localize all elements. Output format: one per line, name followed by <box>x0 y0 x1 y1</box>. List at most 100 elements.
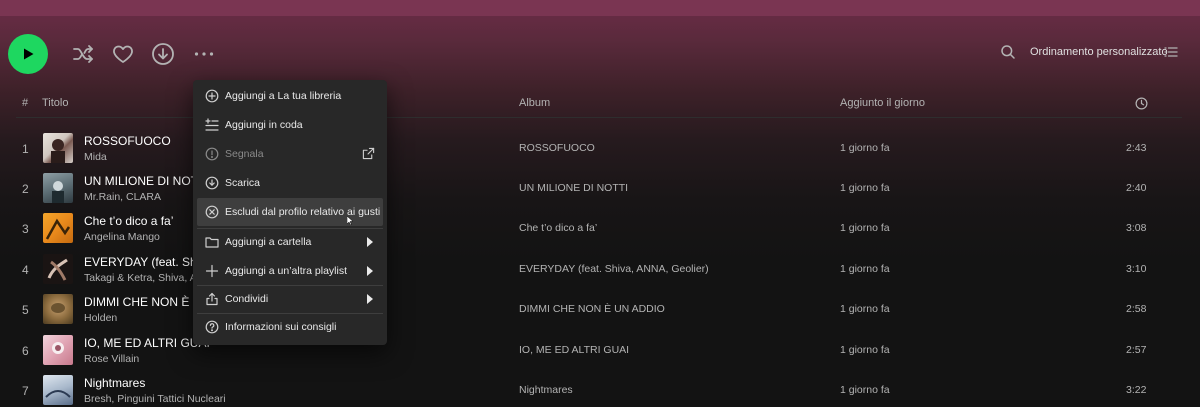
track-title[interactable]: IO, ME ED ALTRI GUAI <box>84 336 210 350</box>
album-cover <box>43 254 73 284</box>
track-artist[interactable]: Bresh, Pinguini Tattici Nucleari <box>84 393 226 405</box>
track-duration: 3:10 <box>1126 263 1147 275</box>
top-strip <box>0 0 1200 16</box>
shuffle-button[interactable] <box>71 42 95 66</box>
track-number: 7 <box>22 384 29 398</box>
more-options-button[interactable] <box>192 42 216 66</box>
track-title[interactable]: Nightmares <box>84 376 145 390</box>
like-button[interactable] <box>111 42 135 66</box>
track-artist[interactable]: Holden <box>84 312 117 324</box>
album-cover <box>43 133 73 163</box>
track-album[interactable]: DIMMI CHE NON È UN ADDIO <box>519 303 665 315</box>
track-album[interactable]: EVERYDAY (feat. Shiva, ANNA, Geolier) <box>519 263 709 275</box>
track-album[interactable]: UN MILIONE DI NOTTI <box>519 182 628 194</box>
folder-icon <box>205 237 219 248</box>
menu-item-add-to-queue[interactable]: Aggiungi in coda <box>197 111 383 139</box>
album-cover <box>43 294 73 324</box>
submenu-arrow-icon <box>367 294 373 304</box>
play-button[interactable] <box>8 34 48 74</box>
track-artist[interactable]: Rose Villain <box>84 353 139 365</box>
menu-item-recommendations-info[interactable]: Informazioni sui consigli <box>197 313 383 341</box>
menu-item-add-to-library[interactable]: Aggiungi a La tua libreria <box>197 82 383 110</box>
play-icon <box>24 48 34 60</box>
download-button[interactable] <box>151 42 175 66</box>
submenu-arrow-icon <box>367 237 373 247</box>
report-icon <box>205 147 219 161</box>
col-header-number: # <box>22 97 29 109</box>
list-icon[interactable] <box>1164 45 1178 59</box>
track-album[interactable]: IO, ME ED ALTRI GUAI <box>519 344 629 356</box>
menu-item-label: Segnala <box>225 148 264 160</box>
menu-item-label: Escludi dal profilo relativo ai gusti <box>225 206 381 218</box>
action-bar: Ordinamento personalizzato <box>0 32 1200 76</box>
track-number: 3 <box>22 222 29 236</box>
track-artist[interactable]: Mida <box>84 151 107 163</box>
table-row[interactable]: 7 Nightmares Bresh, Pinguini Tattici Nuc… <box>0 371 1200 407</box>
clock-icon[interactable] <box>1135 97 1148 110</box>
header-divider <box>16 117 1182 118</box>
help-circle-icon <box>205 320 219 334</box>
track-title[interactable]: ROSSOFUOCO <box>84 134 171 148</box>
menu-item-add-to-other-playlist[interactable]: Aggiungi a un’altra playlist <box>197 257 383 285</box>
table-row[interactable]: 6 IO, ME ED ALTRI GUAI Rose Villain IO, … <box>0 331 1200 371</box>
sort-dropdown[interactable]: Ordinamento personalizzato <box>1030 46 1168 58</box>
track-artist[interactable]: Mr.Rain, CLARA <box>84 191 161 203</box>
track-artist[interactable]: Angelina Mango <box>84 231 160 243</box>
menu-item-exclude-from-taste-profile[interactable]: Escludi dal profilo relativo ai gusti <box>197 198 383 226</box>
menu-item-label: Aggiungi a La tua libreria <box>225 90 342 102</box>
album-cover <box>43 335 73 365</box>
track-artist[interactable]: Takagi & Ketra, Shiva, A <box>84 272 197 284</box>
col-header-title[interactable]: Titolo <box>42 97 69 109</box>
search-icon[interactable] <box>1000 44 1016 60</box>
track-album[interactable]: ROSSOFUOCO <box>519 142 595 154</box>
track-duration: 2:40 <box>1126 182 1147 194</box>
table-header: # Titolo Album Aggiunto il giorno <box>0 92 1200 116</box>
track-album[interactable]: Che t’o dico a fa’ <box>519 222 597 234</box>
track-title[interactable]: DIMMI CHE NON È U <box>84 295 201 309</box>
track-number: 6 <box>22 344 29 358</box>
track-duration: 2:58 <box>1126 303 1147 315</box>
track-title[interactable]: Che t’o dico a fa’ <box>84 214 173 228</box>
more-dots-icon <box>194 52 214 56</box>
table-row[interactable]: 2 UN MILIONE DI NOTTI Mr.Rain, CLARA UN … <box>0 169 1200 209</box>
col-header-added[interactable]: Aggiunto il giorno <box>840 97 925 109</box>
menu-item-label: Informazioni sui consigli <box>225 321 337 333</box>
track-title[interactable]: EVERYDAY (feat. Shiv <box>84 255 205 269</box>
menu-item-add-to-folder[interactable]: Aggiungi a cartella <box>197 228 383 256</box>
menu-item-share[interactable]: Condividi <box>197 285 383 313</box>
track-duration: 3:22 <box>1126 384 1147 396</box>
menu-item-report[interactable]: Segnala <box>197 140 383 168</box>
table-row[interactable]: 5 DIMMI CHE NON È U Holden DIMMI CHE NON… <box>0 290 1200 330</box>
track-date-added: 1 giorno fa <box>840 384 890 396</box>
album-cover <box>43 375 73 405</box>
plus-icon <box>205 264 219 278</box>
table-row[interactable]: 4 EVERYDAY (feat. Shiv Takagi & Ketra, S… <box>0 250 1200 290</box>
track-album[interactable]: Nightmares <box>519 384 573 396</box>
track-duration: 2:43 <box>1126 142 1147 154</box>
album-cover <box>43 173 73 203</box>
menu-item-label: Aggiungi in coda <box>225 119 303 131</box>
album-cover <box>43 213 73 243</box>
table-row[interactable]: 3 Che t’o dico a fa’ Angelina Mango Che … <box>0 209 1200 249</box>
submenu-arrow-icon <box>367 266 373 276</box>
track-number: 5 <box>22 303 29 317</box>
table-row[interactable]: 1 ROSSOFUOCO Mida ROSSOFUOCO 1 giorno fa… <box>0 129 1200 169</box>
shuffle-icon <box>73 45 93 63</box>
col-header-album[interactable]: Album <box>519 97 550 109</box>
track-date-added: 1 giorno fa <box>840 303 890 315</box>
download-circle-icon <box>205 176 219 190</box>
track-title[interactable]: UN MILIONE DI NOTTI <box>84 174 209 188</box>
track-number: 1 <box>22 142 29 156</box>
context-menu: Aggiungi a La tua libreria Aggiungi in c… <box>193 80 387 345</box>
menu-item-label: Aggiungi a cartella <box>225 236 312 248</box>
track-number: 2 <box>22 182 29 196</box>
share-icon <box>206 292 218 306</box>
menu-item-label: Scarica <box>225 177 261 189</box>
track-duration: 2:57 <box>1126 344 1147 356</box>
external-link-icon <box>362 147 375 160</box>
track-number: 4 <box>22 263 29 277</box>
mouse-cursor-icon <box>347 216 353 225</box>
menu-item-download[interactable]: Scarica <box>197 169 383 197</box>
track-date-added: 1 giorno fa <box>840 142 890 154</box>
download-icon <box>152 43 174 65</box>
